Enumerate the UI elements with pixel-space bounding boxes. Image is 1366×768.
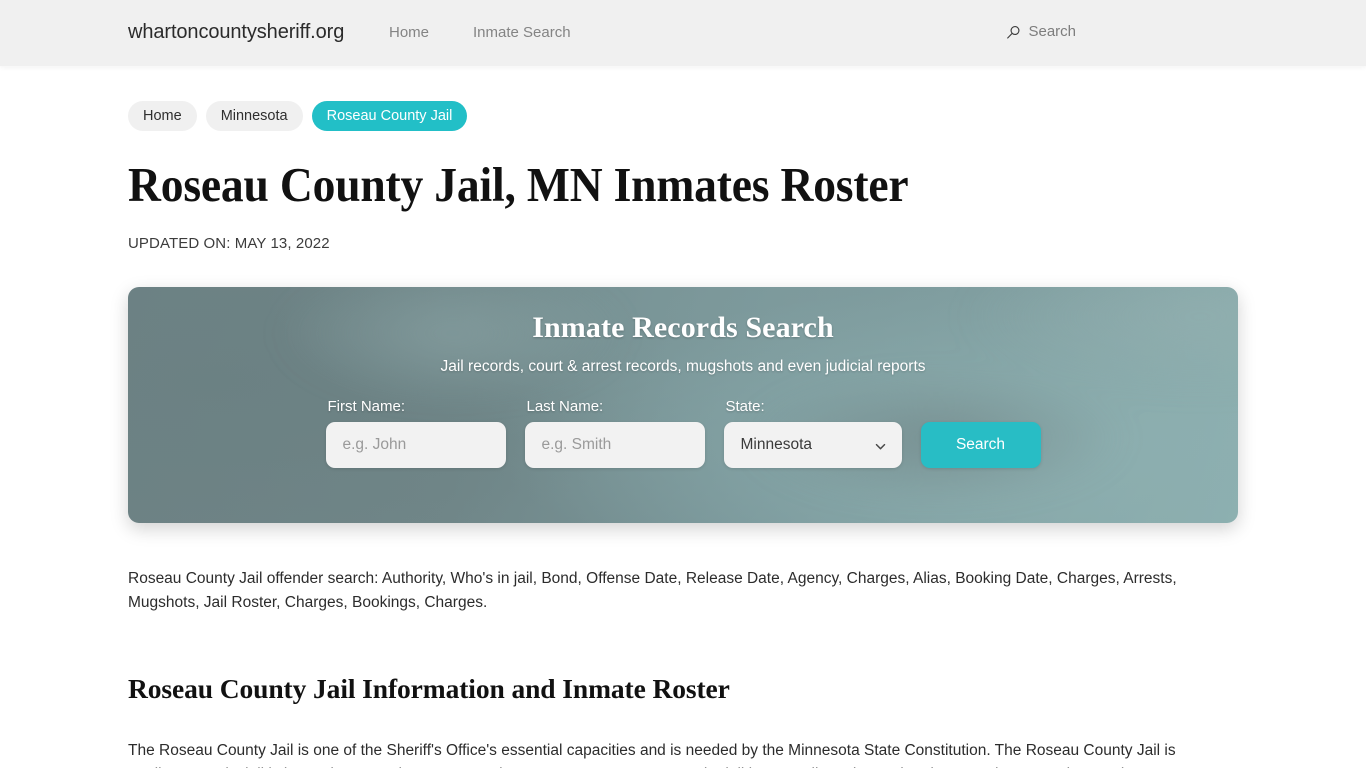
intro-paragraph: Roseau County Jail offender search: Auth… [128, 570, 1177, 612]
first-name-input[interactable] [325, 421, 506, 468]
breadcrumb-item-roseau-county-jail[interactable]: Roseau County Jail [311, 101, 468, 131]
breadcrumb-item-home[interactable]: Home [128, 101, 197, 131]
first-name-label: First Name: [327, 397, 406, 415]
nav-item-home[interactable]: Home [389, 24, 429, 41]
first-name-field-group: First Name: [325, 397, 506, 468]
search-icon [1006, 25, 1021, 40]
last-name-input[interactable] [524, 421, 705, 468]
site-header: whartoncountysheriff.org Home Inmate Sea… [0, 0, 1366, 66]
site-logo[interactable]: whartoncountysheriff.org [128, 21, 344, 44]
breadcrumb-item-minnesota[interactable]: Minnesota [205, 101, 303, 131]
last-name-field-group: Last Name: [524, 397, 705, 468]
state-label: State: [725, 397, 765, 415]
nav-item-inmate-search[interactable]: Inmate Search [473, 24, 571, 41]
header-search-label: Search [1028, 23, 1076, 40]
banner-content: Inmate Records Search Jail records, cour… [128, 287, 1238, 468]
search-submit-button[interactable]: Search [920, 421, 1041, 468]
banner-title: Inmate Records Search [532, 310, 834, 344]
page-title: Roseau County Jail, MN Inmates Roster [128, 157, 909, 212]
inmate-search-form: First Name: Last Name: State: Minnesota [128, 376, 1238, 468]
updated-on-label: UPDATED ON: MAY 13, 2022 [128, 234, 330, 252]
state-select-wrapper: Minnesota [723, 421, 902, 468]
state-select[interactable]: Minnesota [723, 421, 902, 468]
inmate-records-search-banner: Inmate Records Search Jail records, cour… [128, 286, 1238, 523]
last-name-label: Last Name: [526, 397, 604, 415]
state-field-group: State: Minnesota [723, 397, 902, 468]
header-inner: whartoncountysheriff.org Home Inmate Sea… [0, 0, 1366, 66]
primary-nav: Home Inmate Search [389, 24, 571, 41]
banner-subtitle: Jail records, court & arrest records, mu… [440, 357, 926, 375]
breadcrumb: Home Minnesota Roseau County Jail [128, 66, 1238, 131]
page-main: Home Minnesota Roseau County Jail Roseau… [0, 66, 1366, 768]
section-paragraph-jail-information: The Roseau County Jail is one of the She… [128, 742, 1176, 768]
header-search-trigger[interactable]: Search [1006, 23, 1076, 40]
section-heading-jail-information: Roseau County Jail Information and Inmat… [128, 672, 730, 704]
